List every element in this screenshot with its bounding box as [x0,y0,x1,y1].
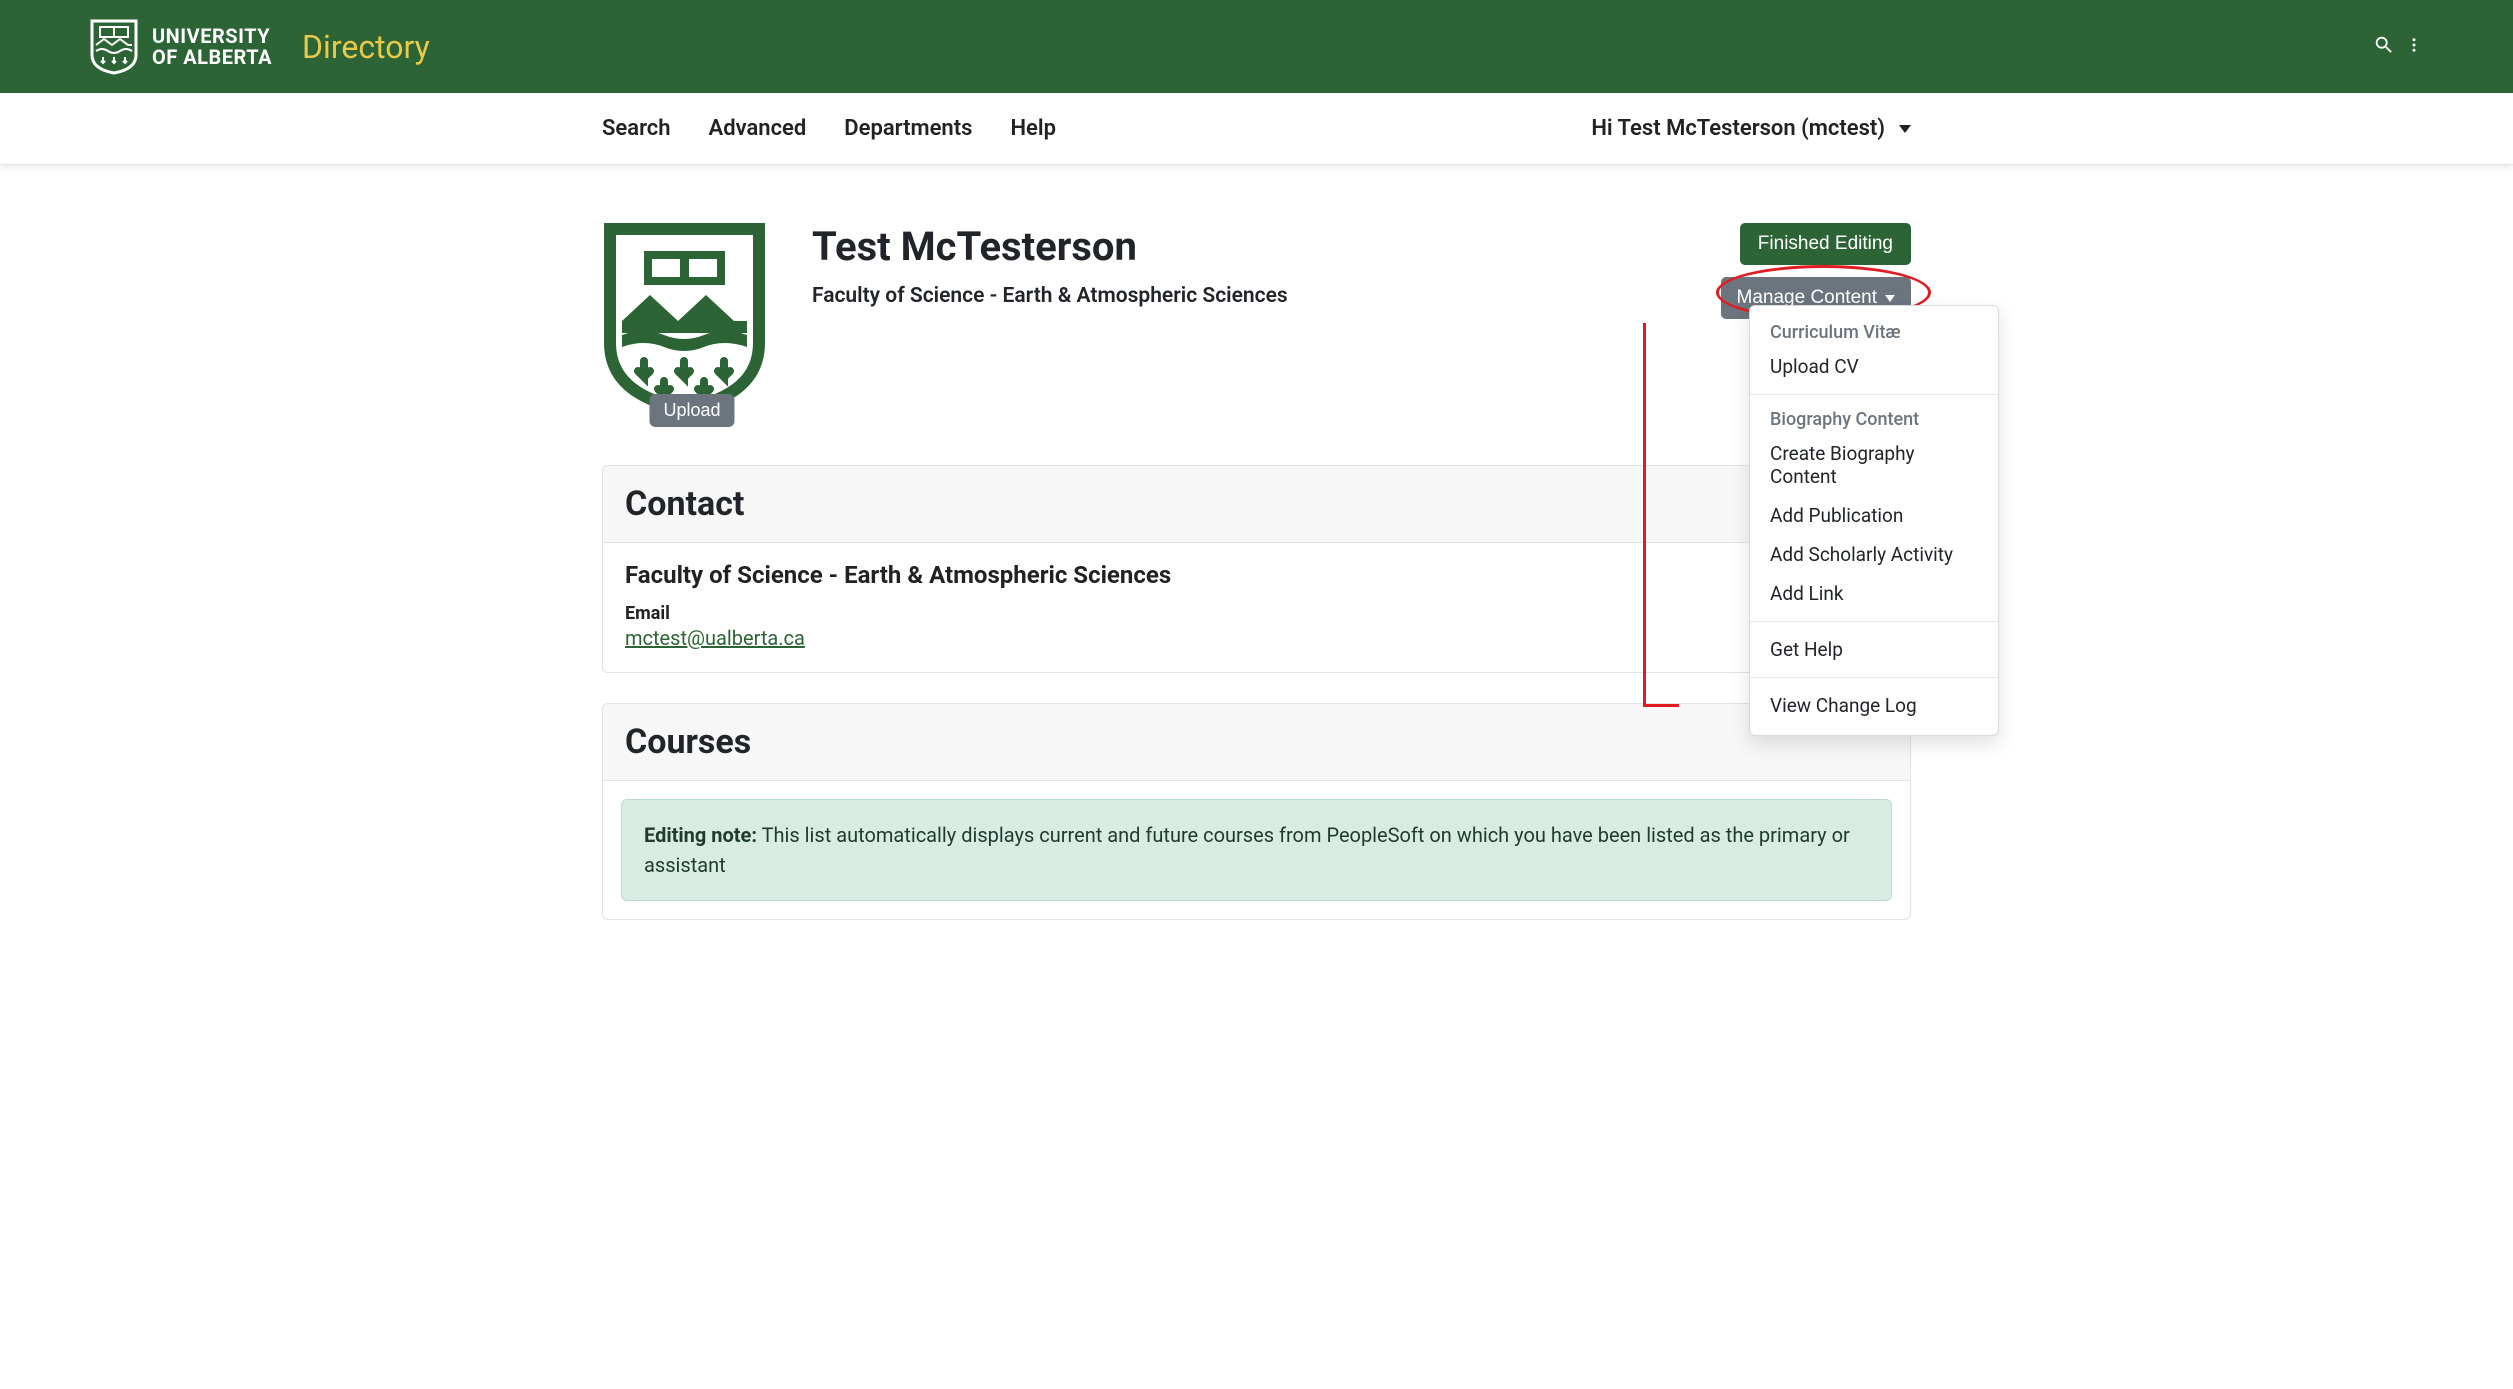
manage-content-dropdown: Curriculum Vitæ Upload CV Biography Cont… [1749,305,1999,736]
contact-department: Faculty of Science - Earth & Atmospheric… [625,561,1888,589]
nav-departments[interactable]: Departments [844,116,972,141]
courses-editing-note: Editing note: This list automatically di… [621,799,1892,901]
dropdown-add-link[interactable]: Add Link [1750,574,1998,613]
dropdown-header-bio: Biography Content [1750,403,1998,434]
ua-shield-logo-icon [90,19,138,75]
contact-email-label: Email [625,603,1888,624]
courses-card-title: Courses [603,704,1910,781]
note-body: This list automatically displays current… [644,823,1850,877]
dropdown-create-bio[interactable]: Create Biography Content [1750,434,1998,496]
profile-affiliation: Faculty of Science - Earth & Atmospheric… [812,284,1691,308]
top-header: UNIVERSITY OF ALBERTA Directory [0,0,2513,93]
dropdown-get-help[interactable]: Get Help [1750,630,1998,669]
more-options-icon[interactable] [2405,34,2423,60]
dropdown-divider [1750,621,1998,622]
contact-email-link[interactable]: mctest@ualberta.ca [625,626,805,650]
dropdown-upload-cv[interactable]: Upload CV [1750,347,1998,386]
upload-avatar-button[interactable]: Upload [649,394,734,427]
nav-advanced[interactable]: Advanced [709,116,807,141]
contact-card: Contact Faculty of Science - Earth & Atm… [602,465,1911,673]
site-title[interactable]: Directory [302,28,430,66]
dropdown-divider [1750,394,1998,395]
profile-name: Test McTesterson [812,223,1691,270]
user-menu[interactable]: Hi Test McTesterson (mctest) [1591,116,1911,141]
note-prefix: Editing note: [644,823,757,847]
caret-down-icon [1885,295,1895,302]
caret-down-icon [1899,125,1911,133]
university-logo-block[interactable]: UNIVERSITY OF ALBERTA [90,19,272,75]
profile-shield-icon [602,223,767,413]
dropdown-add-publication[interactable]: Add Publication [1750,496,1998,535]
dropdown-view-change-log[interactable]: View Change Log [1750,686,1998,725]
courses-card: Courses Editing note: This list automati… [602,703,1911,920]
dropdown-add-scholarly[interactable]: Add Scholarly Activity [1750,535,1998,574]
dropdown-divider [1750,677,1998,678]
contact-card-title: Contact [603,466,1910,543]
finished-editing-button[interactable]: Finished Editing [1740,223,1911,265]
search-icon[interactable] [2373,34,2395,60]
nav-help[interactable]: Help [1010,116,1056,141]
avatar: Upload [602,223,782,417]
action-column: Finished Editing Manage Content Curricul… [1721,223,1912,319]
nav-search[interactable]: Search [602,116,671,141]
nav-bar: Search Advanced Departments Help Hi Test… [0,93,2513,165]
university-name: UNIVERSITY OF ALBERTA [152,26,272,68]
dropdown-header-cv: Curriculum Vitæ [1750,316,1998,347]
user-greeting: Hi Test McTesterson (mctest) [1591,116,1885,141]
